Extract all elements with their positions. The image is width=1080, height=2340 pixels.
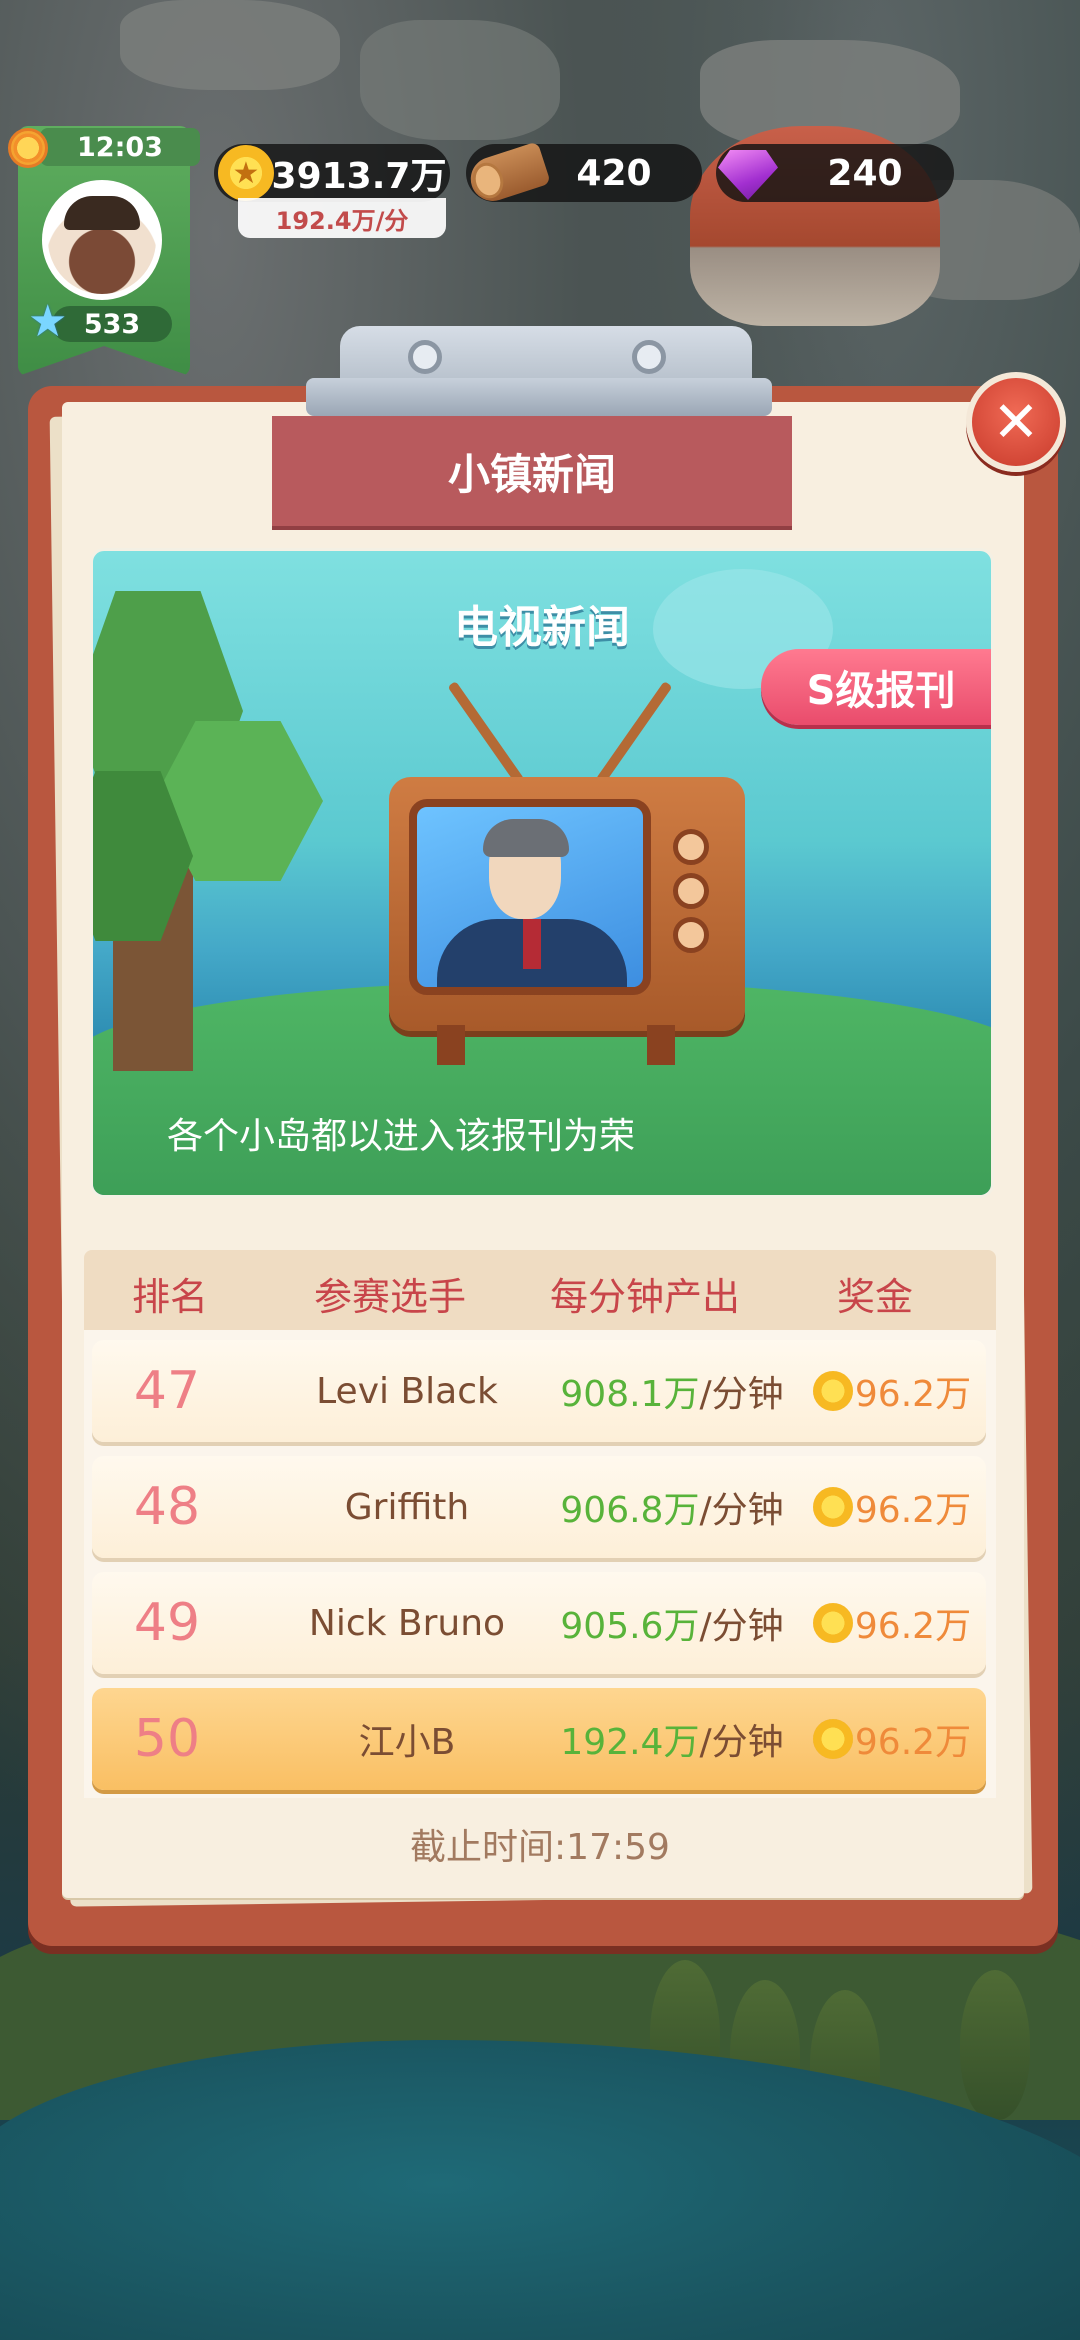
clipboard-bar <box>306 378 772 416</box>
row-prize-value: 96.2万 <box>854 1606 972 1647</box>
row-rate-unit: /分钟 <box>699 1606 784 1647</box>
header-output: 每分钟产出 <box>549 1275 740 1319</box>
row-rate: 908.1万/分钟 <box>522 1340 822 1442</box>
row-player: Nick Bruno <box>308 1602 506 1644</box>
tv-knob <box>673 917 709 953</box>
header-player: 参赛选手 <box>313 1275 466 1319</box>
panel-title: 小镇新闻 <box>272 416 792 526</box>
row-rate-unit: /分钟 <box>699 1490 784 1531</box>
row-rate-unit: /分钟 <box>699 1374 784 1415</box>
row-rank: 49 <box>133 1593 201 1653</box>
row-player: Griffith <box>344 1486 470 1528</box>
row-rate-value: 908.1万 <box>560 1374 700 1415</box>
header-rank: 排名 <box>131 1275 208 1319</box>
tree <box>960 1970 1030 2120</box>
row-prize-value: 96.2万 <box>854 1722 972 1763</box>
tv-knob <box>673 829 709 865</box>
row-prize: 96.2万 <box>792 1340 992 1442</box>
star-icon: ★ <box>28 296 68 347</box>
tv-screen <box>409 799 651 995</box>
table-row: 47 Levi Black 908.1万/分钟 96.2万 <box>92 1340 986 1442</box>
clip-rivet <box>632 340 666 374</box>
anchor-tie <box>523 919 541 969</box>
news-card: 电视新闻 S级报刊 各个小岛都以进入该报刊为荣 <box>90 548 994 1198</box>
anchor-hair <box>483 819 569 857</box>
tv-knob <box>673 873 709 909</box>
player-level: 533 <box>52 306 172 342</box>
tv-leg <box>647 1025 675 1065</box>
avatar[interactable] <box>42 180 162 300</box>
row-rank: 48 <box>133 1477 201 1537</box>
row-prize: 96.2万 <box>792 1688 992 1790</box>
news-caption: 各个小岛都以进入该报刊为荣 <box>167 1116 636 1157</box>
row-rate: 905.6万/分钟 <box>522 1572 822 1674</box>
deadline-text: 截止时间:17:59 <box>410 1827 670 1868</box>
coin-icon <box>812 1371 853 1411</box>
coin-icon <box>812 1719 853 1759</box>
tv-antenna <box>447 680 525 786</box>
row-prize-value: 96.2万 <box>854 1490 972 1531</box>
row-rate-unit: /分钟 <box>699 1722 784 1763</box>
row-player: Levi Black <box>316 1370 498 1412</box>
close-icon: ✕ <box>992 389 1040 455</box>
table-row: 48 Griffith 906.8万/分钟 96.2万 <box>92 1456 986 1558</box>
row-player: 江小B <box>358 1722 456 1763</box>
sun-icon <box>8 128 48 168</box>
news-tier-tag: S级报刊 <box>761 649 991 725</box>
row-rate-value: 192.4万 <box>560 1722 700 1763</box>
tv-leg <box>437 1025 465 1065</box>
row-rate: 906.8万/分钟 <box>522 1456 822 1558</box>
clock-time: 12:03 <box>40 128 200 166</box>
coin-icon <box>812 1487 853 1527</box>
row-prize-value: 96.2万 <box>854 1374 972 1415</box>
table-row-self: 50 江小B 192.4万/分钟 96.2万 <box>92 1688 986 1790</box>
row-prize: 96.2万 <box>792 1572 992 1674</box>
coin-rate: 192.4万/分 <box>238 198 446 238</box>
coin-icon <box>812 1603 853 1643</box>
table-row: 49 Nick Bruno 905.6万/分钟 96.2万 <box>92 1572 986 1674</box>
row-rate: 192.4万/分钟 <box>522 1688 822 1790</box>
header-prize: 奖金 <box>836 1275 913 1319</box>
close-button[interactable]: ✕ <box>966 372 1066 472</box>
rock <box>360 20 560 140</box>
news-title: 电视新闻 <box>454 602 630 653</box>
rock <box>120 0 340 90</box>
row-prize: 96.2万 <box>792 1456 992 1558</box>
row-rank: 50 <box>133 1709 201 1769</box>
row-rate-value: 906.8万 <box>560 1490 700 1531</box>
row-rank: 47 <box>133 1361 201 1421</box>
tv-antenna <box>595 680 673 786</box>
row-rate-value: 905.6万 <box>560 1606 700 1647</box>
clip-rivet <box>408 340 442 374</box>
coin-icon: ★ <box>218 145 274 201</box>
